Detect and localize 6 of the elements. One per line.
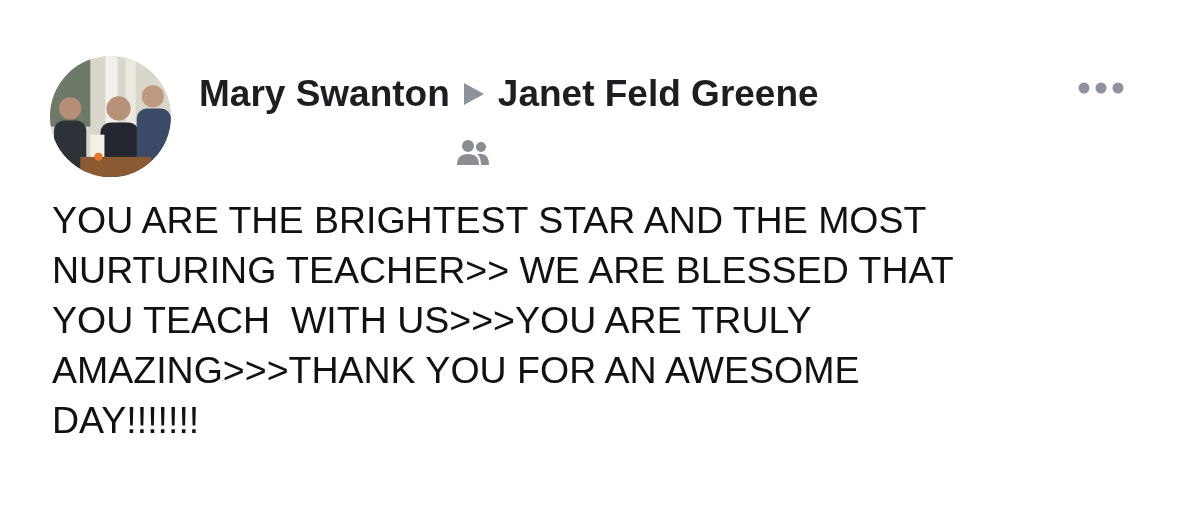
triangle-icon [463,83,484,105]
post-text: YOU ARE THE BRIGHTEST STAR AND THE MOST NURTURING TEACHER>> WE ARE BLESSED THAT YOU TEACH WITH US>>>YOU ARE TRULY AMAZING>>>THANK YOU FOR AN AWESOME DAY!!!!!!! [52,198,955,443]
people-icon [457,138,489,166]
author-name[interactable]: Mary Swanton [199,72,450,116]
more-icon[interactable] [1078,82,1124,94]
recipient-name[interactable]: Janet Feld Greene [497,72,819,116]
